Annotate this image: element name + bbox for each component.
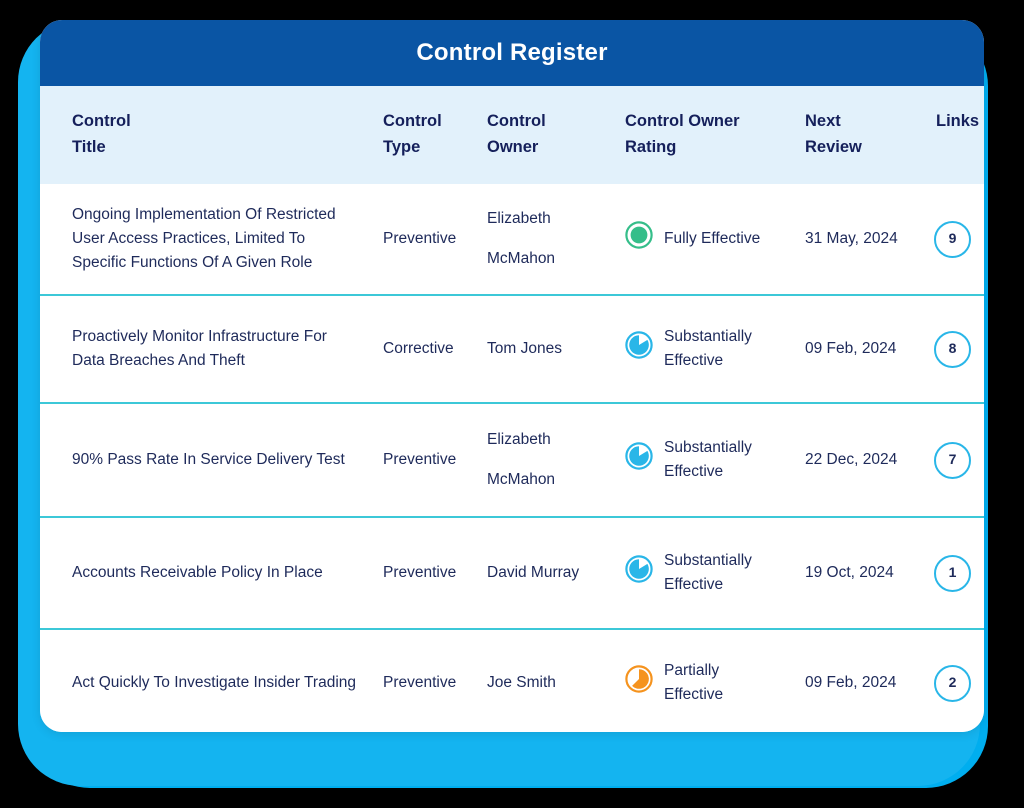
rating-label-line-1: Fully Effective [664,230,761,248]
card-title-bar: Control Register [40,20,984,86]
header-line-1: Control [383,112,442,130]
cell-control-owner: David Murray [487,516,625,630]
cell-next-review: 22 Dec, 2024 [805,402,908,518]
links-count-badge[interactable]: 8 [934,330,971,368]
owner-name-line-2: McMahon [487,250,556,268]
table-row[interactable]: Ongoing Implementation Of Restricted Use… [40,184,984,296]
rating-wrapper: Substantially Effective [625,325,805,373]
rating-label-line-1: Partially [664,662,720,680]
header-line-2: Review [805,138,862,157]
cell-control-owner-rating: Substantially Effective [625,516,805,630]
cell-links: 2 [908,628,984,732]
cell-control-owner: Elizabeth McMahon [487,184,625,295]
owner-name-line-1: Joe Smith [487,674,556,692]
cell-next-review: 31 May, 2024 [805,230,898,248]
cell-next-review: 09 Feb, 2024 [805,628,908,732]
cell-control-title[interactable]: 90% Pass Rate In Service Delivery Test [40,402,383,518]
cell-control-title[interactable]: Act Quickly To Investigate Insider Tradi… [40,628,383,732]
rating-label-line-1: Substantially [664,552,752,570]
column-header-control-type[interactable]: Control Type [383,86,487,184]
header-line-1: Control Owner [625,112,740,130]
rating-label-line-2: Effective [664,352,724,370]
rating-label-line-1: Substantially [664,328,752,346]
header-line-2: Rating [625,138,677,157]
header-line-1: Control [487,112,546,130]
cell-control-type: Preventive [383,628,487,732]
cell-next-review: 19 Oct, 2024 [805,516,908,630]
cell-next-review: 09 Feb, 2024 [805,294,908,404]
cell-control-type: Corrective [383,294,487,404]
cell-links: 8 [908,294,984,404]
column-header-next-review[interactable]: Next Review [805,86,908,184]
cell-control-title[interactable]: Proactively Monitor Infrastructure For D… [40,294,383,404]
rating-wrapper: Substantially Effective [625,436,805,484]
rating-label: Substantially Effective [664,325,752,373]
rating-wrapper: Substantially Effective [625,549,805,597]
rating-label: Partially Effective [664,659,723,707]
rating-label-line-2: Effective [664,576,724,594]
substantially-effective-icon [625,331,653,367]
rating-wrapper: Partially Effective [625,659,805,707]
links-count-badge[interactable]: 1 [934,554,971,592]
partially-effective-icon [625,665,653,701]
cell-control-owner: Tom Jones [487,294,625,404]
owner-name-line-1: Tom Jones [487,340,562,358]
control-register-card: Control Register Control Title Control T… [40,20,984,732]
table-row[interactable]: 90% Pass Rate In Service Delivery Test Pr… [40,402,984,518]
header-line-2: Title [72,138,106,157]
table-header-row: Control Title Control Type Control Owner… [40,86,984,185]
header-line-1: Links [936,112,980,130]
table-body: Ongoing Implementation Of Restricted Use… [40,184,984,732]
table-header: Control Title Control Type Control Owner… [40,86,984,185]
table-row[interactable]: Accounts Receivable Policy In Place Preve… [40,516,984,630]
column-header-control-owner[interactable]: Control Owner [487,86,625,184]
cell-control-title[interactable]: Accounts Receivable Policy In Place [40,516,383,630]
rating-label: Fully Effective [664,227,760,251]
rating-label-line-2: Effective [664,686,724,704]
fully-effective-icon [625,221,653,257]
links-count-badge[interactable]: 2 [934,664,971,702]
cell-links: 7 [908,402,984,518]
links-count-badge[interactable]: 9 [934,220,971,258]
links-count-badge[interactable]: 7 [934,441,971,479]
substantially-effective-icon [625,555,653,591]
rating-label: Substantially Effective [664,436,752,484]
owner-name-line-1: Elizabeth [487,210,551,228]
column-header-control-owner-rating[interactable]: Control Owner Rating [625,86,805,184]
header-line-1: Next [805,112,841,130]
rating-label: Substantially Effective [664,549,752,597]
owner-name-line-1: David Murray [487,564,580,582]
cell-links: 9 [908,184,984,295]
cell-links: 1 [908,516,984,630]
cell-control-owner: Joe Smith [487,628,625,732]
rating-label-line-1: Substantially [664,439,752,457]
control-register-table: Control Title Control Type Control Owner… [40,86,984,732]
substantially-effective-icon [625,442,653,478]
rating-wrapper: Fully Effective [625,221,805,257]
cell-control-owner-rating: Partially Effective [625,628,805,732]
owner-name-line-2: McMahon [487,471,556,489]
table-row[interactable]: Act Quickly To Investigate Insider Tradi… [40,628,984,732]
cell-control-owner-rating: Fully Effective [625,184,805,295]
cell-control-type: Preventive [383,230,457,248]
page-title: Control Register [416,39,608,66]
cell-control-type: Preventive [383,402,487,518]
column-header-control-title[interactable]: Control Title [40,86,383,184]
rating-label-line-2: Effective [664,463,724,481]
column-header-links[interactable]: Links [908,86,984,184]
header-line-1: Control [72,112,131,130]
owner-name-line-1: Elizabeth [487,431,551,449]
cell-control-type: Preventive [383,516,487,630]
header-line-2: Owner [487,138,539,157]
cell-control-title[interactable]: Ongoing Implementation Of Restricted Use… [40,184,383,295]
header-line-2: Type [383,138,421,157]
cell-control-owner-rating: Substantially Effective [625,294,805,404]
page-stage: Control Register Control Title Control T… [0,0,1024,808]
cell-control-owner-rating: Substantially Effective [625,402,805,518]
table-row[interactable]: Proactively Monitor Infrastructure For D… [40,294,984,404]
cell-control-owner: Elizabeth McMahon [487,402,625,518]
